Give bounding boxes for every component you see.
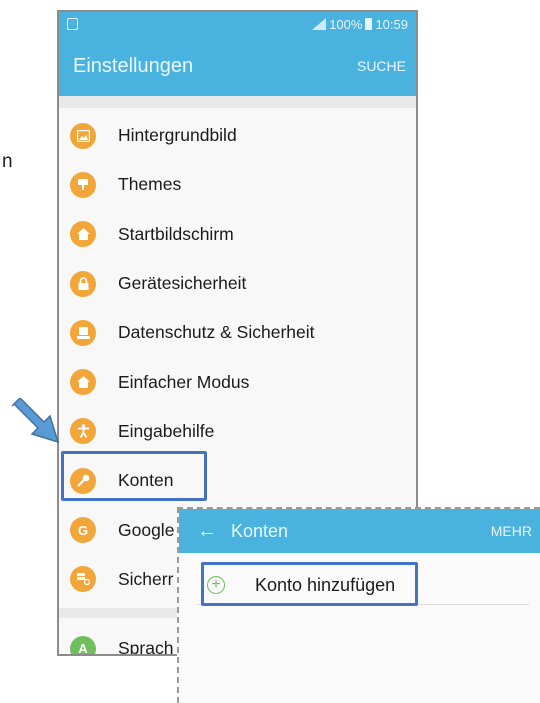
wallpaper-icon — [70, 122, 96, 149]
pointer-arrow-icon — [11, 398, 60, 444]
notification-icon — [67, 18, 78, 30]
accessibility-icon — [70, 418, 96, 445]
home-icon — [70, 221, 96, 248]
battery-percent: 100% — [329, 16, 363, 32]
konten-highlight-box — [61, 451, 207, 501]
status-right: 100% 10:59 — [312, 17, 408, 32]
section-gap — [59, 96, 416, 108]
app-bar: Einstellungen SUCHE — [59, 36, 416, 96]
status-time: 10:59 — [375, 16, 408, 32]
settings-item-eingabehilfe[interactable]: Eingabehilfe — [59, 407, 416, 456]
backup-icon — [70, 566, 96, 593]
back-arrow-icon[interactable]: ← — [197, 520, 217, 543]
signal-icon — [312, 18, 327, 30]
settings-item-label: Eingabehilfe — [118, 420, 215, 441]
privacy-icon — [70, 319, 96, 346]
settings-item-label: Google — [118, 519, 175, 540]
themes-brush-icon — [70, 171, 96, 198]
settings-item-label: Einfacher Modus — [118, 371, 250, 392]
settings-item-label: Datenschutz & Sicherheit — [118, 322, 315, 343]
language-icon: A — [70, 635, 96, 654]
settings-item-label: Startbildschirm — [118, 223, 234, 244]
search-button[interactable]: SUCHE — [357, 58, 406, 74]
more-button[interactable]: MEHR — [491, 523, 532, 539]
settings-item-label: Sicherr — [118, 568, 174, 589]
settings-item-label: Hintergrundbild — [118, 125, 237, 146]
settings-item-label: Gerätesicherheit — [118, 273, 247, 294]
google-icon: G — [70, 517, 96, 544]
settings-item-geraetesicherheit[interactable]: Gerätesicherheit — [59, 259, 416, 308]
easy-mode-icon — [70, 369, 96, 396]
settings-item-label: Sprach — [118, 638, 174, 656]
settings-item-hintergrundbild[interactable]: Hintergrundbild — [59, 111, 416, 160]
konten-bar-left: ← Konten — [197, 520, 288, 543]
status-bar: 100% 10:59 — [59, 12, 416, 36]
settings-item-einfacher-modus[interactable]: Einfacher Modus — [59, 357, 416, 406]
lock-icon — [70, 270, 96, 297]
settings-item-themes[interactable]: Themes — [59, 160, 416, 209]
konten-title: Konten — [231, 520, 289, 541]
settings-item-datenschutz[interactable]: Datenschutz & Sicherheit — [59, 308, 416, 357]
page-title: Einstellungen — [73, 54, 194, 77]
settings-item-startbildschirm[interactable]: Startbildschirm — [59, 210, 416, 259]
stray-letter: n — [2, 151, 13, 172]
settings-item-label: Themes — [118, 174, 182, 195]
konten-app-bar: ← Konten MEHR — [179, 509, 540, 553]
battery-icon — [365, 18, 373, 30]
add-account-highlight-box — [201, 562, 418, 606]
